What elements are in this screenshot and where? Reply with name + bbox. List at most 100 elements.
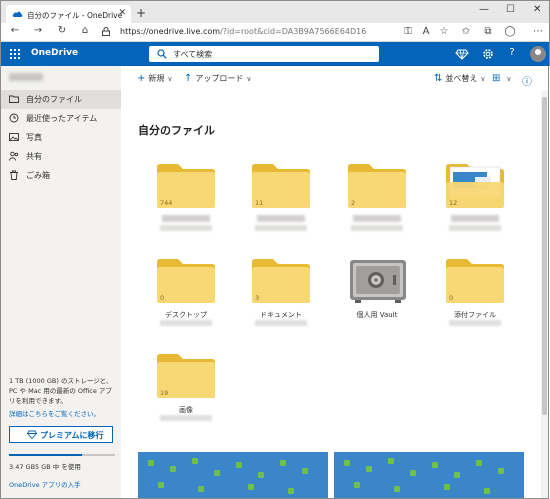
folder-name-redacted bbox=[162, 215, 210, 222]
url-text: https://onedrive.live.com/?id=root&cid=D… bbox=[120, 27, 366, 36]
folder-name: 添付ファイル bbox=[454, 311, 496, 319]
new-button[interactable]: + 新規 ∨ bbox=[137, 73, 173, 84]
chevron-down-icon: ∨ bbox=[246, 75, 252, 83]
settings-gear-icon[interactable] bbox=[481, 47, 495, 61]
sidebar-item-my-files[interactable]: 自分のファイル bbox=[1, 90, 122, 109]
view-options-button[interactable]: ⊞ ∨ bbox=[492, 73, 512, 84]
sidebar-item-label: ごみ箱 bbox=[26, 171, 50, 180]
back-icon[interactable]: ← bbox=[8, 25, 22, 36]
folder-icon bbox=[446, 259, 504, 303]
scrollbar[interactable] bbox=[541, 91, 548, 498]
address-bar-row: ← → ↻ ⌂ https://onedrive.live.com/?id=ro… bbox=[0, 23, 550, 42]
personal-vault-tile[interactable]: 個人用 Vault bbox=[333, 258, 413, 348]
home-icon[interactable]: ⌂ bbox=[78, 25, 92, 36]
folder-date-redacted bbox=[160, 225, 212, 231]
sidebar-item-recycle-bin[interactable]: ごみ箱 bbox=[1, 166, 122, 185]
info-pane-button[interactable]: ⓘ bbox=[522, 73, 535, 88]
item-count: 11 bbox=[255, 199, 264, 207]
sidebar-item-label: 最近使ったアイテム bbox=[26, 114, 98, 123]
sidebar: 自分のファイル 最近使ったアイテム 写真 共有 ごみ箱 1 TB (1000 G… bbox=[0, 66, 122, 499]
image-thumbnail[interactable] bbox=[138, 452, 328, 498]
folder-icon bbox=[252, 259, 310, 303]
tab-close-icon[interactable]: ✕ bbox=[118, 8, 126, 18]
share-icon bbox=[9, 151, 19, 161]
lock-icon bbox=[102, 27, 110, 36]
info-icon: ⓘ bbox=[522, 77, 532, 88]
search-input[interactable]: すべて検索 bbox=[149, 46, 379, 62]
folder-name-redacted bbox=[353, 215, 401, 222]
folder-name-redacted bbox=[257, 215, 305, 222]
details-link[interactable]: 詳細はこちらをご覧ください。 bbox=[9, 408, 100, 418]
browser-tab[interactable]: 自分のファイル - OneDrive ✕ bbox=[6, 5, 131, 24]
go-premium-button[interactable]: プレミアムに移行 bbox=[9, 426, 113, 443]
go-premium-label: プレミアムに移行 bbox=[40, 431, 104, 440]
get-app-link[interactable]: OneDrive アプリの入手 bbox=[9, 479, 81, 489]
favorites-icon[interactable]: ✩ bbox=[459, 26, 473, 40]
sort-icon: ⇅ bbox=[434, 73, 443, 84]
photo-icon bbox=[9, 133, 19, 141]
item-count: 3 bbox=[255, 294, 260, 302]
sort-button[interactable]: ⇅ 並べ替え ∨ bbox=[434, 73, 486, 84]
sidebar-item-photos[interactable]: 写真 bbox=[1, 128, 122, 147]
storage-meter bbox=[9, 454, 115, 456]
key-icon[interactable]: ⚿ bbox=[401, 26, 415, 40]
upload-label: アップロード bbox=[195, 74, 244, 83]
folder-date-redacted bbox=[449, 225, 501, 231]
favorite-star-icon[interactable]: ☆ bbox=[437, 26, 451, 40]
folder-tile-pictures[interactable]: 19 画像 bbox=[142, 353, 222, 443]
image-thumbnail[interactable] bbox=[334, 452, 524, 498]
storage-promo-text: 1 TB (1000 GB) のストレージと、PC や Mac 用の最新の Of… bbox=[9, 377, 113, 405]
onedrive-header: OneDrive すべて検索 ? bbox=[0, 42, 550, 66]
minimize-button[interactable]: — bbox=[479, 4, 489, 15]
storage-usage-text[interactable]: 3.47 GB5 GB 中 を使用 bbox=[9, 461, 81, 471]
tab-title: 自分のファイル - OneDrive bbox=[27, 11, 123, 20]
maximize-button[interactable]: ☐ bbox=[506, 4, 515, 15]
new-tab-button[interactable]: + bbox=[136, 6, 146, 20]
folder-name: 画像 bbox=[179, 406, 193, 414]
read-aloud-icon[interactable]: A bbox=[419, 26, 433, 40]
premium-diamond-icon[interactable] bbox=[455, 47, 469, 61]
close-window-button[interactable]: ✕ bbox=[533, 4, 541, 15]
help-icon[interactable]: ? bbox=[505, 47, 519, 61]
folder-tile-documents[interactable]: 3 ドキュメント bbox=[237, 258, 317, 348]
chevron-down-icon: ∨ bbox=[506, 75, 512, 83]
page-title: 自分のファイル bbox=[138, 124, 215, 137]
diamond-icon bbox=[27, 430, 37, 439]
more-menu-icon[interactable]: ⋯ bbox=[531, 26, 545, 40]
refresh-icon[interactable]: ↻ bbox=[55, 25, 69, 36]
profile-icon[interactable]: ◯ bbox=[503, 26, 517, 40]
scrollbar-thumb[interactable] bbox=[542, 97, 547, 415]
folder-date-redacted bbox=[160, 415, 212, 421]
upload-button[interactable]: ↑ アップロード ∨ bbox=[184, 73, 252, 84]
sort-label: 並べ替え bbox=[445, 74, 478, 83]
folder-icon bbox=[157, 259, 215, 303]
folder-name: 個人用 Vault bbox=[356, 311, 398, 319]
file-view: 自分のファイル 744 11 2 12 0 デスクトップ 3 ドキュメント 個人… bbox=[121, 91, 549, 499]
folder-tile[interactable]: 744 bbox=[142, 163, 222, 253]
item-count: 0 bbox=[160, 294, 165, 302]
url-field[interactable]: https://onedrive.live.com/?id=root&cid=D… bbox=[96, 25, 396, 40]
folder-tile[interactable]: 2 bbox=[333, 163, 413, 253]
grid-view-icon: ⊞ bbox=[492, 73, 501, 84]
sidebar-item-label: 自分のファイル bbox=[26, 95, 82, 104]
avatar[interactable] bbox=[530, 46, 546, 62]
folder-tile[interactable]: 12 bbox=[431, 163, 511, 253]
sidebar-item-shared[interactable]: 共有 bbox=[1, 147, 122, 166]
folder-tile-desktop[interactable]: 0 デスクトップ bbox=[142, 258, 222, 348]
new-label: 新規 bbox=[148, 74, 165, 83]
collections-icon[interactable]: ⧉ bbox=[481, 26, 495, 40]
sidebar-item-label: 写真 bbox=[26, 133, 42, 142]
item-count: 744 bbox=[160, 199, 173, 207]
search-icon bbox=[157, 49, 167, 59]
sidebar-item-recent[interactable]: 最近使ったアイテム bbox=[1, 109, 122, 128]
forward-icon[interactable]: → bbox=[31, 25, 45, 36]
app-launcher-icon[interactable] bbox=[10, 49, 20, 59]
vault-safe-icon bbox=[350, 260, 406, 303]
app-name[interactable]: OneDrive bbox=[31, 48, 78, 58]
folder-icon bbox=[348, 164, 406, 208]
folder-tile-attachments[interactable]: 0 添付ファイル bbox=[431, 258, 511, 348]
browser-tab-bar: 自分のファイル - OneDrive ✕ + — ☐ ✕ bbox=[0, 0, 550, 24]
folder-tile[interactable]: 11 bbox=[237, 163, 317, 253]
clock-icon bbox=[9, 113, 19, 123]
folder-date-redacted bbox=[255, 320, 307, 326]
